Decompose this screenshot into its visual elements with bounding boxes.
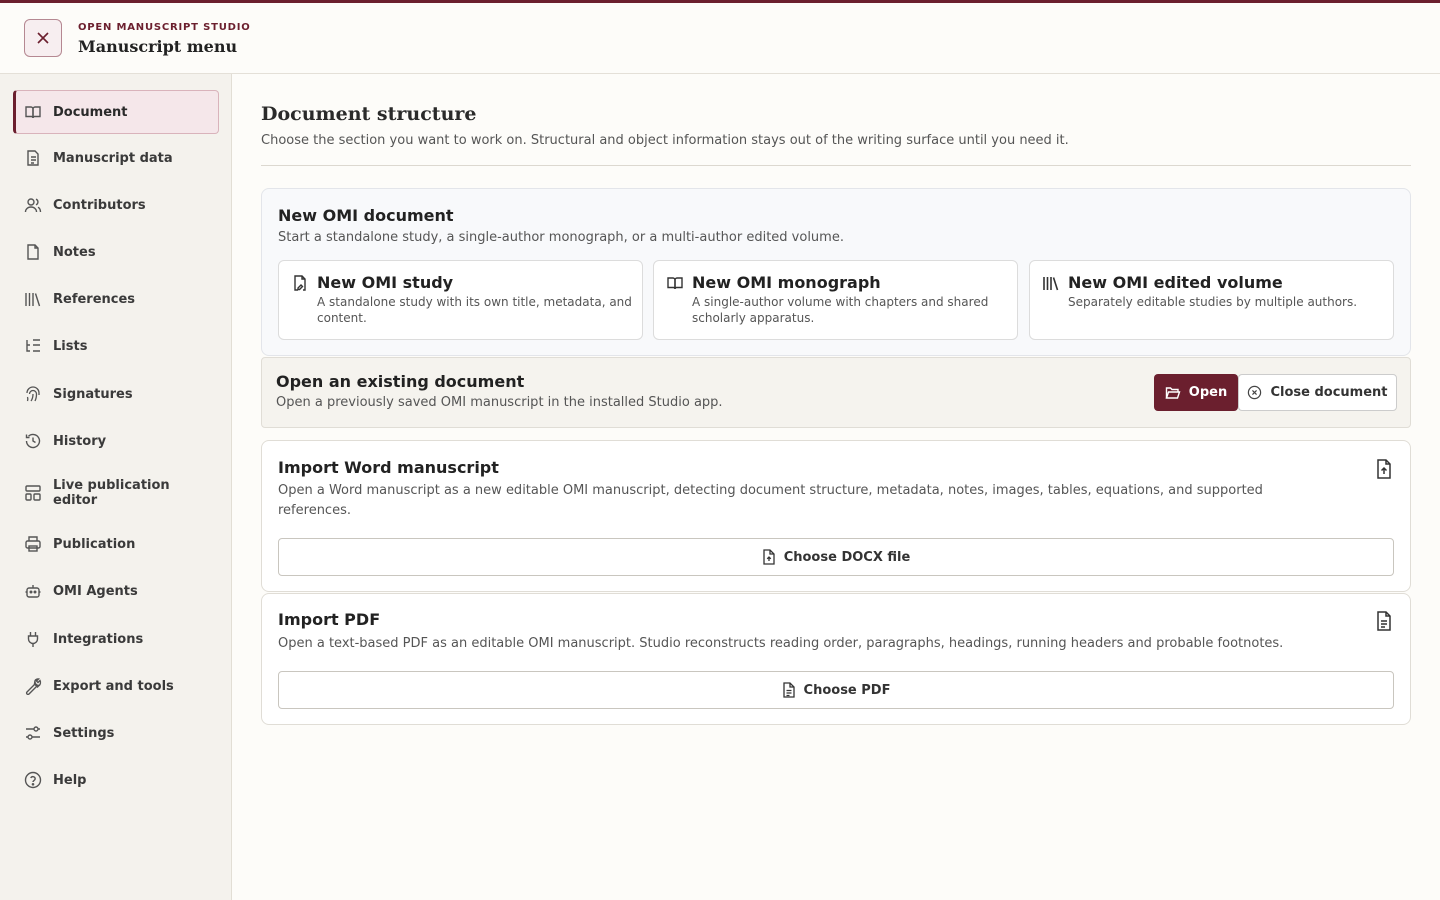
sidebar-item-label: Lists: [53, 338, 88, 354]
note-icon: [24, 243, 42, 261]
library-icon: [24, 290, 42, 308]
sidebar-item-document[interactable]: Document: [13, 90, 219, 134]
sidebar-item-contributors[interactable]: Contributors: [13, 196, 219, 214]
import-pdf-card: Import PDF Open a text-based PDF as an e…: [261, 593, 1411, 725]
sidebar-item-live-publication-editor[interactable]: Live publication editor: [13, 478, 219, 508]
page-subtitle: Choose the section you want to work on. …: [261, 133, 1069, 148]
sidebar-item-signatures[interactable]: Signatures: [13, 385, 219, 403]
book-open-icon: [666, 274, 684, 292]
sidebar-item-label: Signatures: [53, 386, 133, 402]
new-omi-study-option[interactable]: New OMI study A standalone study with it…: [278, 260, 643, 340]
close-document-button[interactable]: Close document: [1238, 374, 1397, 411]
option-title: New OMI study: [317, 273, 454, 292]
choose-docx-button[interactable]: Choose DOCX file: [278, 538, 1394, 576]
open-document-card: Open an existing document Open a previou…: [261, 357, 1411, 428]
sidebar-item-label: Integrations: [53, 631, 144, 647]
sidebar-item-label: Settings: [53, 725, 115, 741]
divider: [261, 165, 1411, 166]
file-upload-icon: [763, 549, 775, 565]
wrench-icon: [24, 677, 42, 695]
sidebar-item-history[interactable]: History: [13, 432, 219, 450]
sidebar-item-label: Publication: [53, 536, 136, 552]
sidebar-item-integrations[interactable]: Integrations: [13, 630, 219, 648]
open-document-title: Open an existing document: [276, 372, 525, 391]
choose-pdf-label: Choose PDF: [803, 682, 891, 698]
x-circle-icon: [1248, 385, 1262, 400]
library-icon: [1042, 274, 1060, 292]
sidebar-item-label: OMI Agents: [53, 583, 138, 599]
sidebar-item-label: Manuscript data: [53, 150, 173, 166]
choose-docx-label: Choose DOCX file: [783, 549, 911, 565]
new-document-desc: Start a standalone study, a single-autho…: [278, 230, 844, 245]
new-document-card: New OMI document Start a standalone stud…: [261, 188, 1411, 356]
option-title: New OMI monograph: [692, 273, 881, 292]
sidebar-item-label: Help: [53, 772, 87, 788]
new-omi-edited-volume-option[interactable]: New OMI edited volume Separately editabl…: [1029, 260, 1394, 340]
app-header: OPEN MANUSCRIPT STUDIO Manuscript menu: [0, 3, 1440, 74]
folder-open-icon: [1165, 386, 1181, 399]
open-document-desc: Open a previously saved OMI manuscript i…: [276, 395, 723, 410]
file-signature-icon: [291, 274, 309, 292]
file-upload-icon: [1377, 459, 1391, 479]
sidebar-item-omi-agents[interactable]: OMI Agents: [13, 582, 219, 600]
sidebar-item-manuscript-data[interactable]: Manuscript data: [13, 149, 219, 167]
sidebar-item-label: Contributors: [53, 197, 146, 213]
page-title: Document structure: [261, 103, 477, 125]
choose-pdf-button[interactable]: Choose PDF: [278, 671, 1394, 709]
file-text-icon: [782, 682, 795, 698]
close-menu-button[interactable]: [24, 19, 62, 57]
app-title: Manuscript menu: [78, 37, 238, 56]
sidebar-item-export-and-tools[interactable]: Export and tools: [13, 677, 219, 695]
sidebar-item-label: Export and tools: [53, 678, 174, 694]
sidebar-item-references[interactable]: References: [13, 290, 219, 308]
new-document-title: New OMI document: [278, 206, 454, 225]
printer-icon: [24, 535, 42, 553]
help-circle-icon: [24, 771, 42, 789]
sidebar-item-label: Live publication editor: [53, 478, 170, 508]
fingerprint-icon: [24, 385, 42, 403]
sidebar-item-label: References: [53, 291, 136, 307]
sidebar-item-label: History: [53, 433, 107, 449]
sidebar-item-lists[interactable]: Lists: [13, 337, 219, 355]
sidebar-item-settings[interactable]: Settings: [13, 724, 219, 742]
import-pdf-desc: Open a text-based PDF as an editable OMI…: [278, 636, 1284, 651]
layout-icon: [24, 484, 42, 502]
app-kicker: OPEN MANUSCRIPT STUDIO: [78, 22, 251, 33]
plug-icon: [24, 630, 42, 648]
import-word-title: Import Word manuscript: [278, 458, 499, 477]
option-desc: A single-author volume with chapters and…: [692, 295, 989, 325]
close-icon: [37, 32, 49, 44]
sidebar-item-label: Notes: [53, 244, 96, 260]
file-text-icon: [1377, 611, 1391, 631]
open-button-label: Open: [1188, 385, 1228, 400]
sidebar-item-help[interactable]: Help: [13, 771, 219, 789]
sidebar-item-label: Document: [53, 104, 128, 120]
list-tree-icon: [24, 337, 42, 355]
sidebar: Document Manuscript data Contributors No…: [0, 74, 232, 900]
users-icon: [24, 196, 42, 214]
bot-icon: [24, 582, 42, 600]
import-word-card: Import Word manuscript Open a Word manus…: [261, 440, 1411, 592]
new-omi-monograph-option[interactable]: New OMI monograph A single-author volume…: [653, 260, 1018, 340]
option-desc: Separately editable studies by multiple …: [1068, 295, 1358, 309]
option-desc: A standalone study with its own title, m…: [317, 295, 632, 325]
sidebar-item-notes[interactable]: Notes: [13, 243, 219, 261]
open-button[interactable]: Open: [1154, 374, 1238, 411]
import-pdf-title: Import PDF: [278, 610, 381, 629]
history-icon: [24, 432, 42, 450]
close-document-label: Close document: [1270, 385, 1388, 400]
sidebar-item-publication[interactable]: Publication: [13, 535, 219, 553]
book-open-icon: [24, 103, 42, 121]
file-text-icon: [24, 149, 42, 167]
option-title: New OMI edited volume: [1068, 273, 1283, 292]
sliders-icon: [24, 724, 42, 742]
import-word-desc: Open a Word manuscript as a new editable…: [278, 483, 1263, 518]
